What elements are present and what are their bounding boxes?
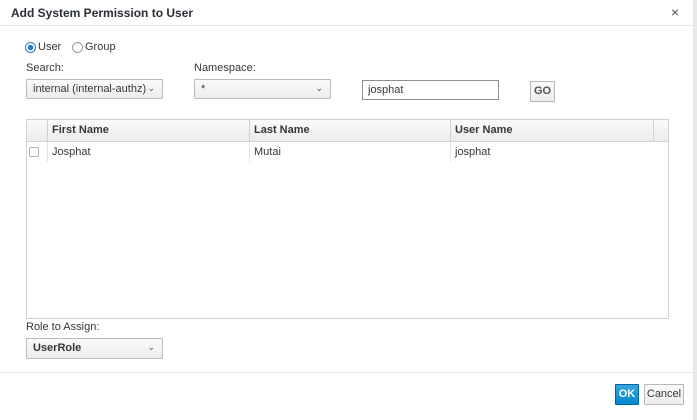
radio-group-label: Group: [85, 41, 116, 53]
namespace-select[interactable]: * ⌄: [194, 79, 331, 99]
table-header: First Name Last Name User Name: [27, 120, 668, 142]
search-label: Search:: [26, 62, 64, 74]
cell-user-name: josphat: [450, 142, 653, 162]
ok-button[interactable]: OK: [615, 384, 639, 405]
column-header-spacer: [653, 120, 668, 141]
add-permission-dialog: Add System Permission to User × User Gro…: [0, 0, 697, 420]
column-header-first-name[interactable]: First Name: [47, 120, 249, 141]
search-provider-value: internal (internal-authz): [33, 83, 147, 95]
radio-user-label: User: [38, 41, 62, 53]
chevron-down-icon: ⌄: [147, 83, 155, 93]
row-checkbox[interactable]: [29, 147, 39, 157]
search-input[interactable]: [362, 80, 499, 100]
chevron-down-icon: ⌄: [147, 342, 155, 352]
search-provider-select[interactable]: internal (internal-authz) ⌄: [26, 79, 163, 99]
cancel-button[interactable]: Cancel: [644, 384, 684, 405]
radio-user-button[interactable]: [25, 41, 36, 53]
table-row[interactable]: Josphat Mutai josphat: [27, 142, 668, 162]
column-header-last-name[interactable]: Last Name: [249, 120, 450, 141]
cell-first-name: Josphat: [47, 142, 249, 162]
role-value: UserRole: [33, 342, 82, 354]
dialog-title: Add System Permission to User: [11, 6, 194, 20]
column-header-user-name[interactable]: User Name: [450, 120, 653, 141]
role-label: Role to Assign:: [26, 321, 100, 333]
go-button[interactable]: GO: [530, 81, 555, 102]
users-table: First Name Last Name User Name Josphat M…: [26, 119, 669, 319]
close-icon[interactable]: ×: [671, 4, 679, 20]
dialog-header: Add System Permission to User ×: [0, 0, 693, 26]
namespace-value: *: [201, 83, 206, 95]
dialog-footer: OK Cancel: [0, 372, 693, 420]
dialog-edge-shadow: [693, 0, 697, 420]
namespace-label: Namespace:: [194, 62, 256, 74]
chevron-down-icon: ⌄: [315, 83, 323, 93]
radio-group-button[interactable]: [72, 41, 83, 53]
cell-last-name: Mutai: [249, 142, 450, 162]
role-select[interactable]: UserRole ⌄: [26, 338, 163, 359]
radio-group[interactable]: Group: [72, 40, 116, 54]
radio-user[interactable]: User: [25, 40, 61, 54]
